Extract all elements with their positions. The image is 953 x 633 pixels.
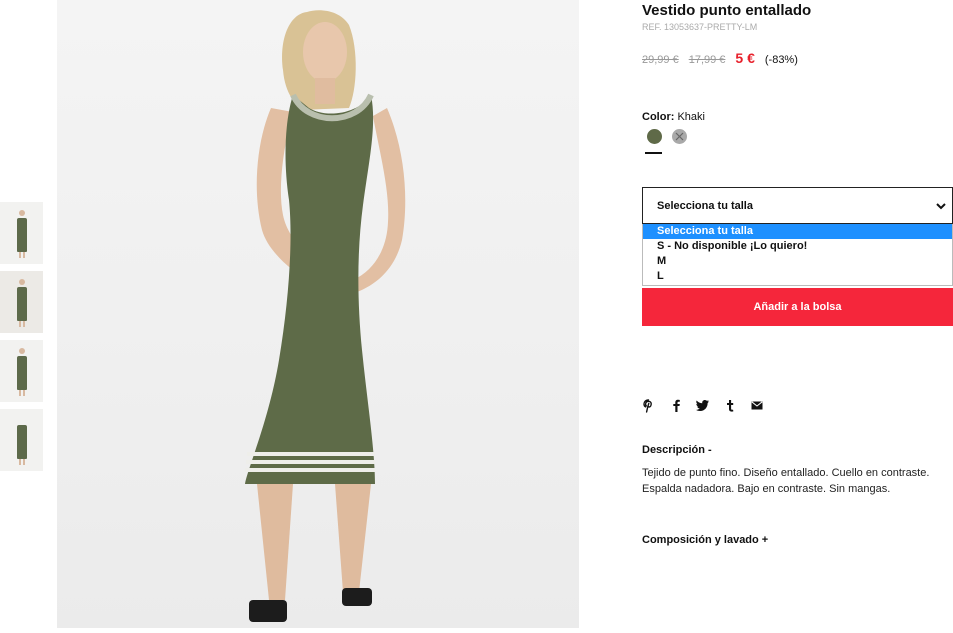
color-label-value: Khaki xyxy=(677,111,705,123)
facebook-icon[interactable] xyxy=(669,398,682,413)
description-title[interactable]: Descripción - xyxy=(642,444,712,456)
selected-swatch-indicator xyxy=(645,152,662,154)
price-current: 5 € xyxy=(735,50,755,66)
size-option-placeholder[interactable]: Selecciona tu talla xyxy=(643,224,952,239)
description-text: Tejido de punto fino. Diseño entallado. … xyxy=(642,467,930,495)
model-illustration xyxy=(245,10,406,622)
price-block: 29,99 € 17,99 € 5 € (-83%) xyxy=(642,50,798,66)
size-select[interactable]: Selecciona tu talla xyxy=(642,187,953,224)
color-swatch-grey[interactable] xyxy=(672,129,687,144)
product-ref: REF. 13053637-PRETTY-LM xyxy=(642,22,758,32)
product-title: Vestido punto entallado xyxy=(642,2,812,19)
size-option-m[interactable]: M xyxy=(643,254,952,269)
discount-badge: (-83%) xyxy=(764,54,798,66)
composition-toggle[interactable]: Composición y lavado + xyxy=(642,534,768,546)
price-previous: 17,99 € xyxy=(688,54,726,66)
thumbnail-3[interactable] xyxy=(0,340,43,402)
size-select-label: Selecciona tu talla xyxy=(657,200,753,212)
add-to-bag-button[interactable]: Añadir a la bolsa xyxy=(642,288,953,326)
tumblr-icon[interactable] xyxy=(723,398,736,413)
share-icons xyxy=(642,398,763,413)
unavailable-cross-icon xyxy=(675,132,684,141)
thumbnail-list xyxy=(0,202,43,478)
pinterest-icon[interactable] xyxy=(642,398,655,413)
twitter-icon[interactable] xyxy=(696,398,709,413)
color-label: Color: Khaki xyxy=(642,111,705,123)
product-photo[interactable] xyxy=(57,0,579,628)
thumbnail-4[interactable] xyxy=(0,409,43,471)
color-swatch-khaki[interactable] xyxy=(647,129,662,144)
color-label-key: Color: xyxy=(642,111,675,123)
thumbnail-1[interactable] xyxy=(0,202,43,264)
size-option-s[interactable]: S - No disponible ¡Lo quiero! xyxy=(643,239,952,254)
size-option-l[interactable]: L xyxy=(643,269,952,284)
mail-icon[interactable] xyxy=(750,398,763,413)
thumbnail-2[interactable] xyxy=(0,271,43,333)
chevron-down-icon xyxy=(936,203,946,210)
price-original: 29,99 € xyxy=(642,54,679,66)
size-dropdown-list: Selecciona tu talla S - No disponible ¡L… xyxy=(642,224,953,286)
